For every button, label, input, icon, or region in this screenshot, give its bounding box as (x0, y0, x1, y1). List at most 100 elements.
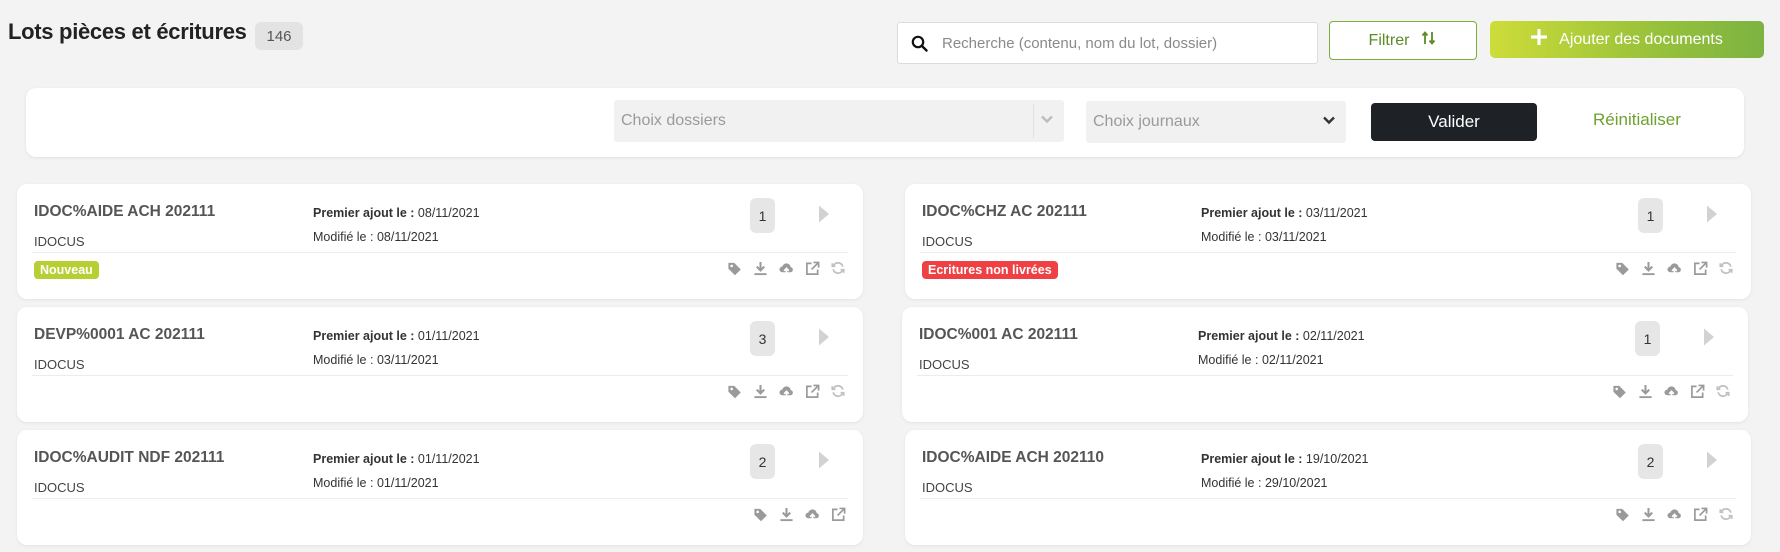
reset-button[interactable]: Réinitialiser (1593, 110, 1681, 130)
add-documents-label: Ajouter des documents (1559, 30, 1723, 48)
tag-icon[interactable] (1615, 507, 1630, 522)
sort-arrows-icon (1421, 30, 1437, 51)
document-count-badge: 1 (750, 198, 775, 233)
cloud-upload-icon[interactable] (779, 384, 794, 399)
lot-card[interactable]: IDOC%AIDE ACH 202111 IDOCUS Premier ajout … (17, 184, 863, 299)
modified-label: Modifié le : (1201, 476, 1262, 490)
lot-card[interactable]: IDOC%001 AC 202111 IDOCUS Premier ajout le… (902, 307, 1748, 422)
document-count-badge: 1 (1635, 321, 1660, 356)
lot-name: IDOC%001 AC 202111 (919, 326, 1078, 343)
search-box[interactable] (897, 22, 1318, 64)
chevron-right-icon[interactable] (1705, 204, 1719, 229)
lot-name: IDOC%CHZ AC 202111 (922, 203, 1087, 220)
first-added-value: 02/11/2021 (1302, 329, 1365, 343)
first-added-value: 19/10/2021 (1305, 452, 1369, 466)
cloud-upload-icon[interactable] (1667, 261, 1682, 276)
status-badge: Nouveau (34, 261, 99, 279)
plus-icon (1530, 28, 1548, 50)
card-actions (1615, 261, 1734, 276)
first-added-label: Premier ajout le : (313, 206, 415, 220)
dossiers-select[interactable]: Choix dossiers (614, 100, 1064, 142)
card-actions (753, 507, 846, 522)
sync-icon[interactable] (831, 261, 846, 276)
lot-company: IDOCUS (919, 357, 970, 372)
external-link-icon[interactable] (1693, 507, 1708, 522)
lot-company: IDOCUS (922, 480, 973, 495)
first-added-value: 01/11/2021 (417, 452, 480, 466)
modified-label: Modifié le : (1201, 230, 1262, 244)
download-icon[interactable] (779, 507, 794, 522)
document-count-badge: 2 (750, 444, 775, 479)
chevron-right-icon[interactable] (817, 327, 831, 352)
chevron-right-icon[interactable] (817, 204, 831, 229)
modified-value: 01/11/2021 (376, 476, 439, 490)
tag-icon[interactable] (727, 384, 742, 399)
tag-icon[interactable] (1612, 384, 1627, 399)
modified-date: Modifié le : 02/11/2021 (1198, 353, 1324, 367)
modified-date: Modifié le : 29/10/2021 (1201, 476, 1328, 490)
card-actions (727, 384, 846, 399)
chevron-right-icon[interactable] (817, 450, 831, 475)
filter-button-label: Filtrer (1368, 31, 1410, 49)
document-count-badge: 3 (750, 321, 775, 356)
lot-company: IDOCUS (922, 234, 973, 249)
download-icon[interactable] (753, 384, 768, 399)
lot-company: IDOCUS (34, 234, 85, 249)
card-divider (920, 252, 1736, 253)
document-count-badge: 1 (1638, 198, 1663, 233)
journaux-select[interactable]: Choix journaux (1086, 101, 1346, 143)
cloud-upload-icon[interactable] (779, 261, 794, 276)
external-link-icon[interactable] (1693, 261, 1708, 276)
external-link-icon[interactable] (831, 507, 846, 522)
external-link-icon[interactable] (805, 261, 820, 276)
lot-card[interactable]: IDOC%AUDIT NDF 202111 IDOCUS Premier ajout… (17, 430, 863, 545)
download-icon[interactable] (1638, 384, 1653, 399)
dossiers-select-placeholder: Choix dossiers (621, 112, 726, 129)
chevron-right-icon[interactable] (1705, 450, 1719, 475)
cloud-upload-icon[interactable] (805, 507, 820, 522)
first-added-date: Premier ajout le : 02/11/2021 (1198, 329, 1365, 343)
lot-company: IDOCUS (34, 480, 85, 495)
lot-count-badge: 146 (255, 22, 303, 50)
cloud-upload-icon[interactable] (1664, 384, 1679, 399)
tag-icon[interactable] (753, 507, 768, 522)
search-icon (898, 35, 940, 52)
validate-button[interactable]: Valider (1371, 103, 1537, 141)
download-icon[interactable] (1641, 261, 1656, 276)
modified-date: Modifié le : 03/11/2021 (1201, 230, 1327, 244)
external-link-icon[interactable] (1690, 384, 1705, 399)
download-icon[interactable] (1641, 507, 1656, 522)
lot-card[interactable]: DEVP%0001 AC 202111 IDOCUS Premier ajout l… (17, 307, 863, 422)
first-added-label: Premier ajout le : (1201, 452, 1303, 466)
lot-name: IDOC%AUDIT NDF 202111 (34, 449, 225, 466)
lot-card[interactable]: IDOC%AIDE ACH 202110 IDOCUS Premier ajout … (905, 430, 1751, 545)
document-count-badge: 2 (1638, 444, 1663, 479)
sync-icon[interactable] (1719, 261, 1734, 276)
sync-icon[interactable] (1716, 384, 1731, 399)
add-documents-button[interactable]: Ajouter des documents (1490, 21, 1764, 58)
lot-company: IDOCUS (34, 357, 85, 372)
card-divider (32, 375, 848, 376)
sync-icon[interactable] (1719, 507, 1734, 522)
card-divider (32, 252, 848, 253)
modified-label: Modifié le : (313, 230, 374, 244)
chevron-right-icon[interactable] (1702, 327, 1716, 352)
lot-card[interactable]: IDOC%CHZ AC 202111 IDOCUS Premier ajout le… (905, 184, 1751, 299)
first-added-date: Premier ajout le : 01/11/2021 (313, 452, 480, 466)
chevron-down-icon (1322, 113, 1336, 132)
modified-value: 08/11/2021 (376, 230, 439, 244)
search-input[interactable] (940, 33, 1310, 53)
external-link-icon[interactable] (805, 384, 820, 399)
download-icon[interactable] (753, 261, 768, 276)
tag-icon[interactable] (1615, 261, 1630, 276)
sync-icon[interactable] (831, 384, 846, 399)
filter-button[interactable]: Filtrer (1329, 21, 1477, 60)
first-added-date: Premier ajout le : 03/11/2021 (1201, 206, 1368, 220)
card-divider (917, 375, 1733, 376)
first-added-date: Premier ajout le : 08/11/2021 (313, 206, 480, 220)
tag-icon[interactable] (727, 261, 742, 276)
first-added-value: 08/11/2021 (417, 206, 480, 220)
modified-label: Modifié le : (1198, 353, 1259, 367)
modified-label: Modifié le : (313, 476, 374, 490)
cloud-upload-icon[interactable] (1667, 507, 1682, 522)
